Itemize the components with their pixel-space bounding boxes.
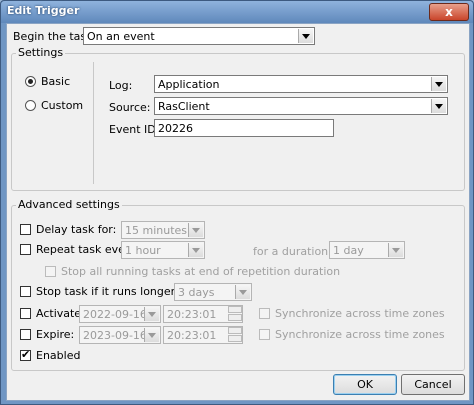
activate-date-value: 2022-09-16 <box>83 308 147 321</box>
expire-date-value: 2023-09-16 <box>83 329 147 342</box>
chevron-down-icon[interactable] <box>188 223 203 237</box>
log-value: Application <box>158 78 220 91</box>
chevron-down-icon[interactable] <box>144 328 159 342</box>
dialog-body: Begin the task: On an event Settings Bas… <box>6 23 470 401</box>
begin-task-select[interactable]: On an event <box>83 27 315 45</box>
expire-sync-label: Synchronize across time zones <box>275 328 445 341</box>
close-button[interactable]: x <box>429 3 469 21</box>
chevron-down-icon[interactable] <box>431 99 446 113</box>
expire-sync-checkbox[interactable] <box>259 329 270 340</box>
activate-checkbox[interactable] <box>20 308 31 319</box>
spin-up-icon[interactable] <box>228 327 242 334</box>
title-bar[interactable]: Edit Trigger x <box>1 1 473 23</box>
check-icon: ✔ <box>21 348 31 361</box>
spin-up-icon[interactable] <box>228 306 242 313</box>
chevron-down-icon[interactable] <box>235 285 250 299</box>
delay-task-select[interactable]: 15 minutes <box>121 221 205 239</box>
expire-time-stepper[interactable]: 20:23:01 <box>163 326 243 344</box>
chevron-down-icon[interactable] <box>188 243 203 257</box>
cancel-button[interactable]: Cancel <box>401 374 465 395</box>
event-id-value: 20226 <box>158 122 193 135</box>
advanced-settings-title: Advanced settings <box>16 198 122 211</box>
begin-task-value: On an event <box>87 30 155 43</box>
expire-label: Expire: <box>36 328 75 341</box>
basic-label: Basic <box>41 75 71 88</box>
source-value: RasClient <box>158 100 210 113</box>
repeat-task-checkbox[interactable] <box>20 244 31 255</box>
expire-checkbox[interactable] <box>20 329 31 340</box>
source-select[interactable]: RasClient <box>154 97 448 115</box>
event-id-input[interactable]: 20226 <box>154 119 334 137</box>
repeat-task-value: 1 hour <box>125 244 161 257</box>
chevron-down-icon[interactable] <box>431 77 446 91</box>
stop-task-value: 3 days <box>178 286 215 299</box>
log-label: Log: <box>109 79 133 92</box>
enabled-label: Enabled <box>36 349 81 362</box>
delay-task-checkbox[interactable] <box>20 224 31 235</box>
stop-task-checkbox[interactable] <box>20 286 31 297</box>
custom-radio[interactable] <box>25 100 36 111</box>
duration-select[interactable]: 1 day <box>329 241 405 259</box>
delay-task-value: 15 minutes <box>125 224 188 237</box>
ok-button[interactable]: OK <box>333 374 397 395</box>
custom-label: Custom <box>41 99 84 112</box>
chevron-down-icon[interactable] <box>388 243 403 257</box>
spin-down-icon[interactable] <box>228 335 242 342</box>
activate-date-picker[interactable]: 2022-09-16 <box>79 305 161 323</box>
enabled-checkbox[interactable]: ✔ <box>20 348 31 361</box>
log-select[interactable]: Application <box>154 75 448 93</box>
chevron-down-icon[interactable] <box>298 29 313 43</box>
stop-all-tasks-label: Stop all running tasks at end of repetit… <box>61 265 341 278</box>
stop-task-select[interactable]: 3 days <box>174 283 252 301</box>
activate-sync-label: Synchronize across time zones <box>275 307 445 320</box>
activate-label: Activate: <box>36 307 85 320</box>
spin-down-icon[interactable] <box>228 314 242 321</box>
window-title: Edit Trigger <box>7 4 80 17</box>
activate-time-value: 20:23:01 <box>167 308 217 321</box>
activate-time-stepper[interactable]: 20:23:01 <box>163 305 243 323</box>
delay-task-label: Delay task for: <box>36 223 117 236</box>
event-id-label: Event ID: <box>109 123 160 136</box>
repeat-task-select[interactable]: 1 hour <box>121 241 205 259</box>
expire-date-picker[interactable]: 2023-09-16 <box>79 326 161 344</box>
settings-group-title: Settings <box>16 46 66 59</box>
settings-divider <box>93 62 94 184</box>
close-icon: x <box>445 5 453 19</box>
stop-all-tasks-checkbox[interactable] <box>45 266 56 277</box>
basic-radio[interactable] <box>25 76 36 87</box>
spin-buttons[interactable] <box>228 306 242 322</box>
duration-value: 1 day <box>333 244 364 257</box>
edit-trigger-window: Edit Trigger x Begin the task: On an eve… <box>0 0 474 405</box>
source-label: Source: <box>109 101 151 114</box>
chevron-down-icon[interactable] <box>144 307 159 321</box>
activate-sync-checkbox[interactable] <box>259 308 270 319</box>
expire-time-value: 20:23:01 <box>167 329 217 342</box>
spin-buttons[interactable] <box>228 327 242 343</box>
